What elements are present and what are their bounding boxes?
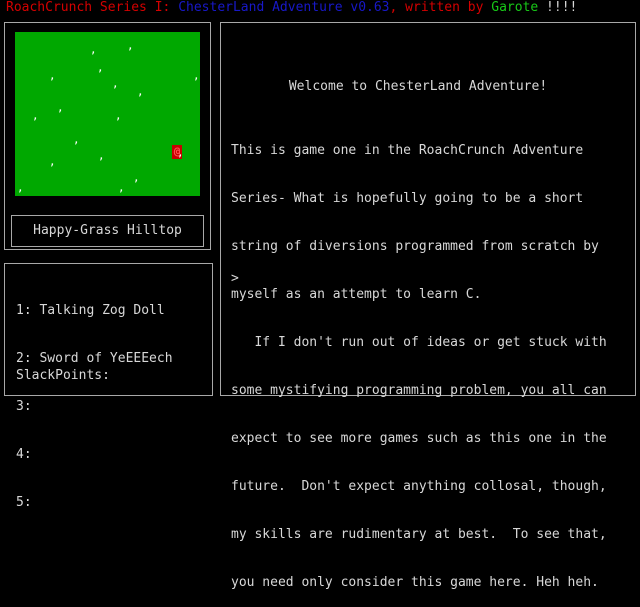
grass-tuft-icon: , [193,69,200,82]
message-line: This is game one in the RoachCrunch Adve… [231,143,584,158]
message-line: my skills are rudimentary at best. To se… [231,527,607,542]
title-written-by: , written by [389,0,492,15]
message-line: expect to see more games such as this on… [231,431,607,446]
inventory-slot-5[interactable]: 5: [16,495,173,511]
inventory-slot-2[interactable]: 2: Sword of YeEEEech [16,351,173,367]
grass-tuft-icon: , [90,43,97,56]
message-line: If I don't run out of ideas or get stuck… [231,335,607,350]
grass-tuft-icon: , [49,155,56,168]
grass-tuft-icon: , [177,146,184,159]
location-name: Happy-Grass Hilltop [11,215,204,247]
title-author: Garote [491,0,539,15]
message-line: string of diversions programmed from scr… [231,239,599,254]
grass-tuft-icon: , [133,171,140,184]
grass-tuft-icon: , [112,77,119,90]
grass-tuft-icon: , [137,85,144,98]
title-bar: RoachCrunch Series I: ChesterLand Advent… [6,0,577,16]
title-series: RoachCrunch Series I: [6,0,179,15]
map-view: @ ,,,,,,,,,,,,,,,,,, [15,32,200,196]
grass-tuft-icon: , [97,61,104,74]
grass-tuft-icon: , [167,192,174,196]
message-line: you need only consider this game here. H… [231,575,599,590]
inventory-slot-4[interactable]: 4: [16,447,173,463]
grass-tuft-icon: , [115,109,122,122]
inventory-list: 1: Talking Zog Doll 2: Sword of YeEEEech… [16,271,173,527]
grass-tuft-icon: , [49,69,56,82]
grass-tuft-icon: , [57,101,64,114]
grass-tuft-icon: , [127,39,134,52]
grass-tuft-icon: , [98,149,105,162]
message-line: future. Don't expect anything collosal, … [231,479,607,494]
title-exclaim: !!!! [538,0,578,15]
title-game-name: ChesterLand Adventure v0.63 [178,0,390,15]
message-heading: Welcome to ChesterLand Adventure! [288,79,548,94]
message-line: some mystifying programming problem, you… [231,383,607,398]
command-prompt[interactable]: > [231,271,239,287]
grass-tuft-icon: , [118,181,125,194]
grass-tuft-icon: , [32,109,39,122]
grass-tuft-icon: , [17,181,24,194]
inventory-slot-1[interactable]: 1: Talking Zog Doll [16,303,173,319]
grass-tuft-icon: , [73,133,80,146]
slackpoints-label: SlackPoints: [16,368,110,383]
message-line: Series- What is hopefully going to be a … [231,191,584,206]
message-line: myself as an attempt to learn C. [231,287,482,302]
inventory-slot-3[interactable]: 3: [16,399,173,415]
message-body: This is game one in the RoachCrunch Adve… [231,111,607,607]
